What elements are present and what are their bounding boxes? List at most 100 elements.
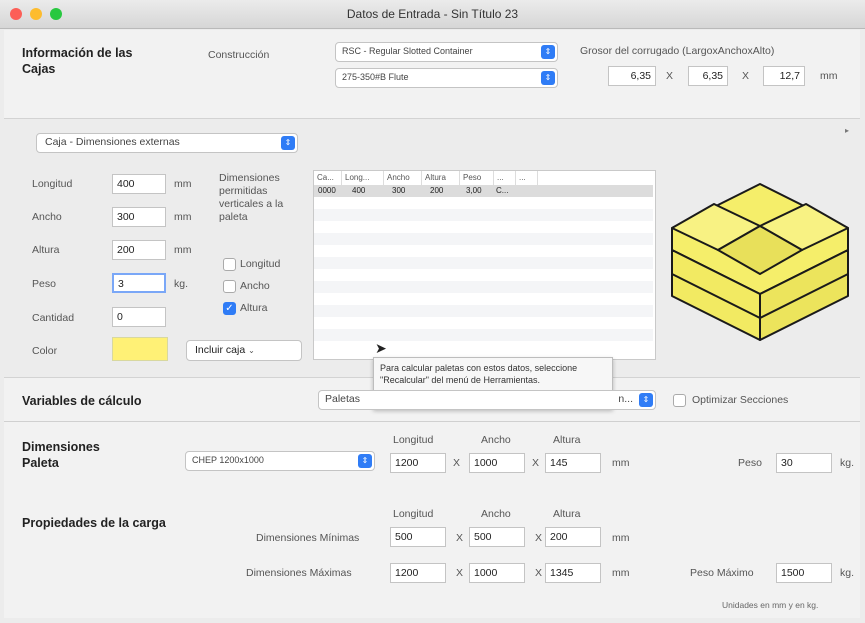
table-row [314,281,653,293]
pallet-height-input[interactable]: 145 [545,453,601,473]
chevron-updown-icon: ⇕ [541,45,555,59]
max-height-input[interactable]: 1345 [545,563,601,583]
allow-height-checkbox[interactable]: ✓ [223,302,236,315]
max-weight-label: Peso Máximo [690,567,754,579]
height-input[interactable]: 200 [112,240,166,260]
calc-select[interactable]: Paletas n... ⇕ [318,390,656,410]
corrugated-label: Grosor del corrugado (LargoxAnchoxAlto) [580,45,775,57]
table-row [314,305,653,317]
x-separator: X [535,567,543,579]
min-length-input[interactable]: 500 [390,527,446,547]
table-header[interactable]: ... [516,171,538,185]
x-separator: X [456,532,464,544]
thickness-length-input[interactable]: 6,35 [608,66,656,86]
chevron-down-icon: ⌄ [248,346,255,355]
pallet-length-input[interactable]: 1200 [390,453,446,473]
table-row [314,329,653,341]
include-box-button[interactable]: Incluir caja ⌄ [186,340,302,361]
table-row [314,233,653,245]
column-label: Ancho [481,434,511,446]
disclosure-arrow-icon[interactable]: ▸ [845,126,849,135]
column-label: Longitud [393,434,434,446]
unit-label: kg. [840,567,855,579]
window-title: Datos de Entrada - Sin Título 23 [346,7,519,21]
box-type-value: Caja - Dimensiones externas [45,136,180,148]
table-header[interactable]: Long... [342,171,384,185]
box-3d-illustration [671,183,849,341]
pallet-select-value: CHEP 1200x1000 [192,455,264,465]
thickness-width-input[interactable]: 6,35 [688,66,728,86]
x-separator: X [532,457,540,469]
unit-label: mm [820,70,838,82]
table-cell: 400 [352,186,366,195]
field-label: Cantidad [32,312,75,324]
color-swatch[interactable] [112,337,168,361]
field-label: Longitud [32,178,73,190]
column-label: Longitud [393,508,434,520]
pallet-select[interactable]: CHEP 1200x1000 ⇕ [185,451,375,471]
box-table[interactable]: Ca... Long... Ancho Altura Peso ... ... … [313,170,656,360]
length-input[interactable]: 400 [112,174,166,194]
allow-length-checkbox[interactable] [223,258,236,271]
chevron-updown-icon: ⇕ [358,454,372,468]
table-header[interactable]: Ancho [384,171,422,185]
table-cell: 300 [392,186,406,195]
x-separator: X [453,457,461,469]
chevron-updown-icon: ⇕ [541,71,555,85]
min-dimensions-label: Dimensiones Mínimas [256,532,360,544]
mouse-cursor-icon: ➤ [375,340,387,356]
x-separator: X [666,70,674,82]
min-height-input[interactable]: 200 [545,527,601,547]
unit-label: mm [174,178,192,190]
pallet-width-input[interactable]: 1000 [469,453,525,473]
x-separator: X [456,567,464,579]
allow-width-checkbox[interactable] [223,280,236,293]
optimize-sections-label: Optimizar Secciones [692,394,789,406]
calc-select-tail: n... [618,393,633,405]
min-width-input[interactable]: 500 [469,527,525,547]
max-width-input[interactable]: 1000 [469,563,525,583]
construction-label: Construcción [208,49,270,61]
table-cell: 0000 [318,186,336,195]
table-header[interactable]: ... [494,171,516,185]
units-footnote: Unidades en mm y en kg. [722,600,819,610]
table-row [314,209,653,221]
divider [4,421,860,422]
color-label: Color [32,345,58,357]
calc-select-value: Paletas [325,393,361,405]
unit-label: mm [612,567,630,579]
table-cell: C... [496,186,509,195]
checkbox-label: Ancho [240,280,270,292]
checkbox-label: Longitud [240,258,281,270]
quantity-input[interactable]: 0 [112,307,166,327]
table-cell: 3,00 [466,186,482,195]
optimize-sections-checkbox[interactable] [673,394,686,407]
pallet-weight-input[interactable]: 30 [776,453,832,473]
thickness-height-input[interactable]: 12,7 [763,66,805,86]
table-header[interactable]: Altura [422,171,460,185]
box-type-select[interactable]: Caja - Dimensiones externas ⇕ [36,133,298,153]
flute-select[interactable]: 275-350#B Flute ⇕ [335,68,558,88]
unit-label: mm [612,532,630,544]
table-header[interactable]: Ca... [314,171,342,185]
field-label: Altura [32,244,60,256]
field-label: Ancho [32,211,62,223]
unit-label: mm [174,244,192,256]
max-length-input[interactable]: 1200 [390,563,446,583]
x-separator: X [742,70,750,82]
include-box-label: Incluir caja [195,344,246,356]
unit-label: kg. [174,278,189,290]
max-dimensions-label: Dimensiones Máximas [246,567,352,579]
field-label: Peso [32,278,56,290]
table-row[interactable]: 0000 400 300 200 3,00 C... [314,185,653,197]
pallet-weight-label: Peso [738,457,762,469]
checkbox-label: Altura [240,302,268,314]
pallet-heading: Dimensiones Paleta [22,440,100,470]
table-header[interactable]: Peso [460,171,494,185]
weight-input[interactable]: 3 [112,273,166,293]
width-input[interactable]: 300 [112,207,166,227]
calc-heading: Variables de cálculo [22,394,142,408]
max-weight-input[interactable]: 1500 [776,563,832,583]
construction-select[interactable]: RSC - Regular Slotted Container ⇕ [335,42,558,62]
column-label: Altura [553,508,581,520]
